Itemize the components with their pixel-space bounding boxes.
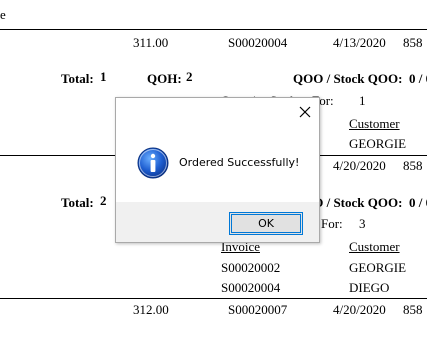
- dialog-message: Ordered Successfully!: [179, 156, 300, 169]
- invoice-cell: S00020004: [221, 280, 281, 295]
- line-trailing-value: 858: [403, 158, 423, 173]
- line-date: 4/20/2020: [333, 158, 386, 173]
- total-label: Total:: [61, 71, 94, 86]
- dialog-body: Ordered Successfully!: [116, 98, 319, 202]
- customer-column-header: Customer: [349, 239, 400, 254]
- line-trailing-value: 858: [403, 302, 423, 317]
- quantity-spoken-label: For:: [321, 216, 343, 231]
- total-value: 1: [100, 69, 107, 84]
- qoo-value: 0 / 0: [409, 195, 427, 210]
- line-amount: 312.00: [133, 302, 169, 317]
- line-amount: 311.00: [133, 35, 169, 50]
- info-icon: [137, 147, 169, 179]
- message-dialog: Ordered Successfully! OK: [115, 97, 320, 243]
- line-date: 4/13/2020: [333, 35, 386, 50]
- dialog-footer: OK: [116, 202, 319, 242]
- divider: [0, 298, 427, 299]
- invoice-cell: S00020002: [221, 260, 281, 275]
- line-order-number: S00020004: [228, 35, 288, 50]
- qoo-label: QOO / Stock QOO:: [293, 71, 403, 86]
- qoo-value: 0 / 0: [409, 71, 427, 86]
- line-trailing-value: 858: [403, 35, 423, 50]
- ok-button[interactable]: OK: [229, 212, 303, 235]
- qoh-label: QOH:: [147, 71, 182, 86]
- qoh-value: 2: [186, 69, 193, 84]
- total-label: Total:: [61, 195, 94, 210]
- customer-cell: DIEGO: [349, 280, 390, 295]
- customer-cell: GEORGIE: [349, 260, 407, 275]
- customer-column-header: Customer: [349, 116, 400, 131]
- total-value: 2: [100, 193, 107, 208]
- divider: [0, 29, 427, 30]
- quantity-spoken-value: 1: [359, 93, 366, 108]
- customer-cell: GEORGIE: [349, 136, 407, 151]
- quantity-spoken-value: 3: [359, 216, 366, 231]
- close-icon: [299, 106, 311, 118]
- line-order-number: S00020007: [228, 302, 288, 317]
- ok-button-label: OK: [258, 217, 274, 230]
- close-button[interactable]: [296, 103, 314, 121]
- line-date: 4/20/2020: [333, 302, 386, 317]
- top-fragment-text: e: [0, 7, 6, 22]
